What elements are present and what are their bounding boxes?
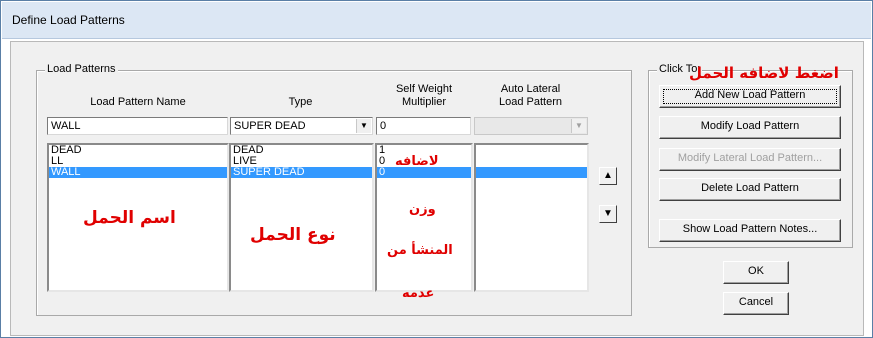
arrow-up-icon: ▲	[603, 170, 613, 181]
list-item-selected[interactable]: WALL	[49, 167, 227, 178]
load-pattern-name-input[interactable]: WALL	[47, 117, 228, 135]
type-list[interactable]: DEAD LIVE SUPER DEAD	[229, 143, 374, 292]
modify-load-pattern-button[interactable]: Modify Load Pattern	[659, 116, 841, 139]
header-load-pattern-name: Load Pattern Name	[90, 96, 186, 108]
ok-button[interactable]: OK	[723, 261, 789, 284]
header-type: Type	[288, 96, 313, 108]
load-patterns-group-label: Load Patterns	[45, 63, 118, 75]
type-dropdown-value: SUPER DEAD	[234, 120, 306, 132]
show-load-pattern-notes-button[interactable]: Show Load Pattern Notes...	[659, 219, 841, 242]
window-title: Define Load Patterns	[12, 13, 125, 27]
annotation-self-weight-4: عدمه	[402, 286, 435, 301]
annotation-self-weight-1: لاضافه	[395, 154, 439, 169]
list-item[interactable]: DEAD	[49, 145, 227, 156]
annotation-type-hint: نوع الحمل	[250, 225, 336, 245]
annotation-self-weight-3: المنشأ من	[387, 243, 453, 258]
add-new-load-pattern-button[interactable]: Add New Load Pattern	[659, 85, 841, 108]
chevron-down-icon: ▼	[571, 119, 586, 133]
self-weight-multiplier-input[interactable]: 0	[376, 117, 471, 135]
header-auto-lateral-1: Auto Lateral	[500, 83, 561, 95]
cancel-button[interactable]: Cancel	[723, 292, 789, 315]
arrow-down-icon: ▼	[603, 208, 613, 219]
type-dropdown[interactable]: SUPER DEAD ▼	[230, 117, 373, 135]
annotation-name-hint: اسم الحمل	[83, 208, 176, 228]
header-auto-lateral-2: Load Pattern	[499, 96, 562, 108]
header-self-weight-2: Multiplier	[401, 96, 446, 108]
annotation-self-weight-2: وزن	[409, 202, 436, 217]
title-bar[interactable]: Define Load Patterns	[2, 2, 871, 39]
list-item[interactable]	[476, 156, 587, 167]
modify-lateral-load-pattern-button: Modify Lateral Load Pattern...	[659, 148, 841, 171]
move-down-button[interactable]: ▼	[599, 205, 617, 223]
chevron-down-icon[interactable]: ▼	[356, 119, 371, 133]
auto-lateral-dropdown: ▼	[474, 117, 588, 135]
auto-lateral-list[interactable]	[474, 143, 589, 292]
dialog-body: Load Patterns Load Pattern Name Type Sel…	[10, 41, 864, 336]
dialog-window: Define Load Patterns Load Patterns Load …	[0, 0, 873, 338]
list-item[interactable]	[476, 145, 587, 156]
delete-load-pattern-button[interactable]: Delete Load Pattern	[659, 178, 841, 201]
annotation-add-hint: اضغط لاضافه الحمل	[689, 64, 839, 82]
list-item-selected[interactable]: SUPER DEAD	[231, 167, 372, 178]
move-up-button[interactable]: ▲	[599, 167, 617, 185]
header-self-weight-1: Self Weight	[395, 83, 453, 95]
list-item-selected[interactable]	[476, 167, 587, 178]
